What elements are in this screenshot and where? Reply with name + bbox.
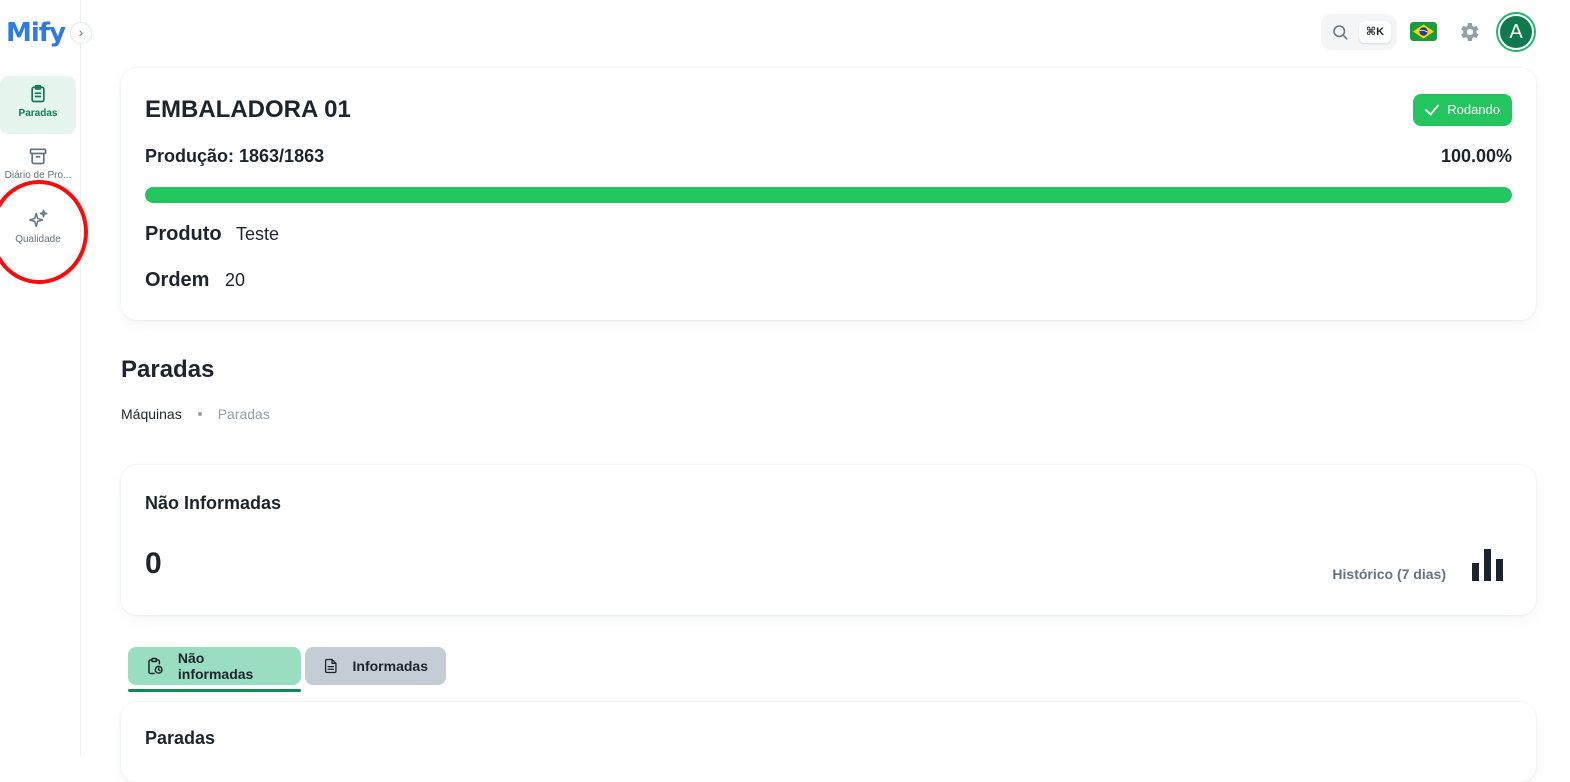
page-title: Paradas — [121, 356, 215, 383]
sidebar-item-paradas[interactable]: Paradas — [0, 76, 76, 134]
breadcrumb-current: Paradas — [217, 406, 270, 422]
sidebar: Mify › Paradas Diário de Pro... Qualidad… — [0, 0, 92, 756]
clipboard-icon — [31, 84, 45, 103]
sparkles-icon — [29, 209, 48, 228]
breadcrumb-separator — [197, 412, 202, 416]
order-label: Ordem — [145, 269, 210, 291]
clipboard-clock-icon — [148, 657, 163, 675]
order-value: 20 — [225, 270, 246, 290]
brazil-flag-icon[interactable] — [1410, 22, 1437, 41]
stats-value: 0 — [145, 547, 162, 580]
sidebar-collapse-button[interactable]: › — [70, 22, 92, 44]
search-icon — [1333, 25, 1348, 40]
tab-nao-informadas[interactable]: Não informadas — [128, 647, 301, 685]
sidebar-item-diario[interactable]: Diário de Pro... — [0, 138, 76, 196]
production-percent: 100.00% — [1440, 146, 1512, 166]
bar-chart-icon[interactable] — [1470, 549, 1506, 583]
paradas-list-card: Paradas — [121, 702, 1536, 782]
tab-label: Não informadas — [177, 650, 254, 682]
production-progress-bar — [145, 187, 1512, 203]
progress-fill — [145, 187, 1512, 203]
sidebar-item-label: Diário de Pro... — [4, 170, 72, 181]
sidebar-item-qualidade[interactable]: Qualidade — [0, 200, 76, 258]
list-title: Paradas — [145, 728, 216, 748]
app-logo[interactable]: Mify — [6, 18, 66, 48]
avatar-letter: A — [1500, 16, 1532, 48]
status-label: Rodando — [1447, 102, 1500, 117]
breadcrumb: Máquinas Paradas — [121, 406, 270, 422]
tab-informadas[interactable]: Informadas — [305, 647, 446, 685]
archive-icon — [29, 148, 47, 165]
machine-title: EMBALADORA 01 — [145, 96, 351, 123]
status-badge: Rodando — [1413, 94, 1512, 126]
active-tab-indicator — [128, 689, 301, 692]
product-value: Teste — [236, 224, 280, 244]
breadcrumb-link-maquinas[interactable]: Máquinas — [121, 406, 182, 422]
product-label: Produto — [145, 223, 222, 245]
avatar[interactable]: A — [1496, 12, 1536, 52]
sidebar-item-label: Qualidade — [15, 234, 61, 245]
stats-card: Não Informadas 0 Histórico (7 dias) — [121, 465, 1536, 615]
search-button[interactable]: ⌘K — [1321, 14, 1397, 50]
chevron-right-icon: › — [78, 24, 84, 40]
tab-label: Informadas — [352, 658, 428, 674]
document-icon — [324, 658, 337, 674]
production-label: Produção: 1863/1863 — [145, 146, 325, 166]
gear-icon[interactable] — [1457, 20, 1481, 44]
sidebar-item-label: Paradas — [18, 108, 58, 119]
machine-card: EMBALADORA 01 Rodando Produção: 1863/186… — [121, 68, 1536, 320]
shortcut-hint: ⌘K — [1359, 21, 1391, 43]
stats-title: Não Informadas — [145, 493, 282, 513]
history-link[interactable]: Histórico (7 dias) — [1332, 566, 1446, 582]
check-icon — [1425, 104, 1440, 116]
